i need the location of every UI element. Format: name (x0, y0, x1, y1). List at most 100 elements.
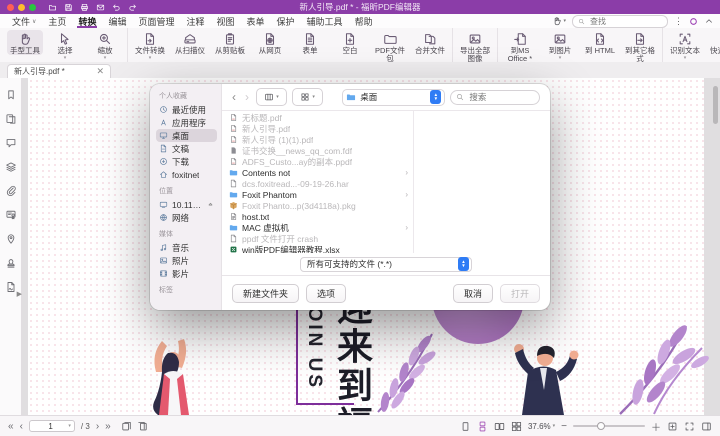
new-folder-button[interactable]: 新建文件夹 (232, 284, 299, 303)
ribbon-hand-tool[interactable]: 手型工具 (7, 30, 43, 55)
file-row[interactable]: dcs.foxitread...-09-19-26.har (222, 178, 413, 189)
sidebar-item-applications[interactable]: 应用程序 (156, 116, 217, 129)
ribbon-to-other[interactable]: 到其它格式 (622, 30, 658, 63)
file-row[interactable]: Contents not› (222, 167, 413, 178)
assistant-icon[interactable] (689, 17, 698, 26)
certificates-icon[interactable] (5, 209, 17, 221)
reading-mode-icon[interactable] (701, 421, 712, 432)
minimize-window-button[interactable] (18, 4, 25, 11)
undo-icon[interactable] (112, 3, 121, 12)
fit-fullscreen-icon[interactable] (684, 421, 695, 432)
maximize-window-button[interactable] (29, 4, 36, 11)
first-page-icon[interactable]: « (8, 421, 14, 432)
ribbon-from-scanner[interactable]: 从扫描仪 (172, 30, 208, 55)
file-row[interactable]: Foxit Phantom› (222, 189, 413, 200)
print-icon[interactable] (80, 3, 89, 12)
ribbon-file-convert[interactable]: 文件转换▾ (132, 30, 168, 61)
dialog-search-box[interactable] (450, 90, 540, 105)
menu-form[interactable]: 表单 (241, 14, 271, 28)
two-page-icon[interactable] (494, 421, 505, 432)
continuous-icon[interactable] (477, 421, 488, 432)
zoom-slider[interactable] (573, 425, 645, 427)
page-number-input[interactable] (33, 421, 68, 432)
hand-pointer-icon[interactable]: ▾ (552, 16, 566, 26)
zoom-out-icon[interactable]: − (561, 421, 567, 432)
ribbon-from-web[interactable]: 从网页 (252, 30, 288, 55)
sidebar-item-foxitnet[interactable]: foxitnet (156, 168, 217, 181)
location-stepper[interactable]: ▲▼ (430, 90, 441, 104)
back-icon[interactable]: ‹ (230, 90, 238, 104)
last-page-icon[interactable]: » (105, 421, 111, 432)
file-row[interactable]: ADFS_Custo...ay的副本.ppdf (222, 156, 413, 167)
collapse-ribbon-icon[interactable] (704, 16, 714, 26)
layers-icon[interactable] (5, 161, 17, 173)
menu-home[interactable]: 主页 (42, 14, 72, 28)
options-button[interactable]: 选项 (306, 284, 346, 303)
sidebar-item-photos[interactable]: 照片 (156, 254, 217, 267)
comments-icon[interactable] (5, 137, 17, 149)
ribbon-pdf-portfolio[interactable]: PDF文件包▾ (372, 30, 408, 63)
zoom-slider-knob[interactable] (597, 422, 605, 430)
file-row[interactable]: 新人引导 (1)(1).pdf (222, 134, 413, 145)
ribbon-form-create[interactable]: 表单 (292, 30, 328, 55)
ribbon-zoom[interactable]: 缩放▾ (87, 30, 123, 61)
cancel-button[interactable]: 取消 (453, 284, 493, 303)
next-view-icon[interactable] (137, 421, 148, 432)
file-format-dropdown[interactable]: 所有可支持的文件 (*.*) ▲▼ (300, 257, 472, 272)
menu-file[interactable]: 文件∨ (6, 14, 42, 28)
signatures-icon[interactable] (5, 281, 17, 293)
dialog-search-input[interactable] (467, 91, 534, 103)
sidebar-item-music[interactable]: 音乐 (156, 241, 217, 254)
menu-edit[interactable]: 编辑 (102, 14, 132, 28)
sidebar-item-server[interactable]: 10.113... (156, 198, 217, 211)
find-search-box[interactable] (572, 15, 668, 28)
ribbon-to-html[interactable]: 到 HTML (582, 30, 618, 55)
menu-view[interactable]: 视图 (211, 14, 241, 28)
attachments-icon[interactable] (5, 185, 17, 197)
prev-view-icon[interactable] (121, 421, 132, 432)
file-row[interactable]: Foxit Phanto...p(3d4118a).pkg (222, 200, 413, 211)
next-page-icon[interactable]: › (96, 421, 99, 432)
menu-protect[interactable]: 保护 (271, 14, 301, 28)
tab-document[interactable]: 新人引导.pdf * ✕ (7, 64, 111, 78)
file-row[interactable]: MAC 虚拟机› (222, 222, 413, 233)
sidebar-item-downloads[interactable]: 下载 (156, 155, 217, 168)
ribbon-combine-files[interactable]: 合并文件 (412, 30, 448, 55)
menu-convert[interactable]: 转换 (72, 14, 102, 28)
ribbon-select[interactable]: 选择▾ (47, 30, 83, 61)
find-input[interactable] (588, 16, 662, 27)
icon-view-button[interactable]: ▾ (292, 88, 323, 106)
vertical-scrollbar[interactable] (713, 86, 718, 124)
file-row[interactable]: 新人引导.pdf (222, 123, 413, 134)
ribbon-to-ms-office[interactable]: 到MS Office *▾ (502, 30, 538, 63)
page-number-box[interactable]: ▾ (29, 420, 75, 432)
save-icon[interactable] (64, 3, 73, 12)
zoom-level-dropdown[interactable]: 37.6% ▾ (528, 422, 555, 431)
two-page-continuous-icon[interactable] (511, 421, 522, 432)
fit-actual-icon[interactable] (667, 421, 678, 432)
location-dropdown[interactable]: 桌面 ▲▼ (342, 89, 445, 106)
ribbon-from-clipboard[interactable]: 从剪贴板 (212, 30, 248, 55)
menu-comment[interactable]: 注释 (180, 14, 210, 28)
page-thumbnails-icon[interactable] (5, 113, 17, 125)
open-icon[interactable] (48, 3, 57, 12)
file-row[interactable]: ppdf 文件打开 crash (222, 233, 413, 244)
bookmarks-icon[interactable] (5, 89, 17, 101)
sidebar-item-network[interactable]: 网络 (156, 211, 217, 224)
more-options-icon[interactable]: ⋮ (674, 16, 683, 27)
ribbon-blank[interactable]: 空白 (332, 30, 368, 55)
ribbon-quick-ocr[interactable]: 快速识别 (707, 30, 720, 55)
column-view-button[interactable]: ▾ (256, 88, 287, 106)
menu-help[interactable]: 帮助 (349, 14, 379, 28)
sidebar-item-movies[interactable]: 影片 (156, 267, 217, 280)
file-row[interactable]: host.txt (222, 211, 413, 222)
format-stepper[interactable]: ▲▼ (458, 257, 469, 271)
tab-close-icon[interactable]: ✕ (96, 67, 104, 76)
close-window-button[interactable] (7, 4, 14, 11)
sidebar-item-desktop[interactable]: 桌面 (156, 129, 217, 142)
ribbon-to-image[interactable]: 到图片▾ (542, 30, 578, 61)
ribbon-export-all-images[interactable]: 导出全部图像 (457, 30, 493, 63)
file-row[interactable]: win版PDF编辑器教程.xlsx (222, 244, 413, 253)
zoom-in-icon[interactable]: ＋ (651, 419, 661, 434)
mail-icon[interactable] (96, 3, 105, 12)
